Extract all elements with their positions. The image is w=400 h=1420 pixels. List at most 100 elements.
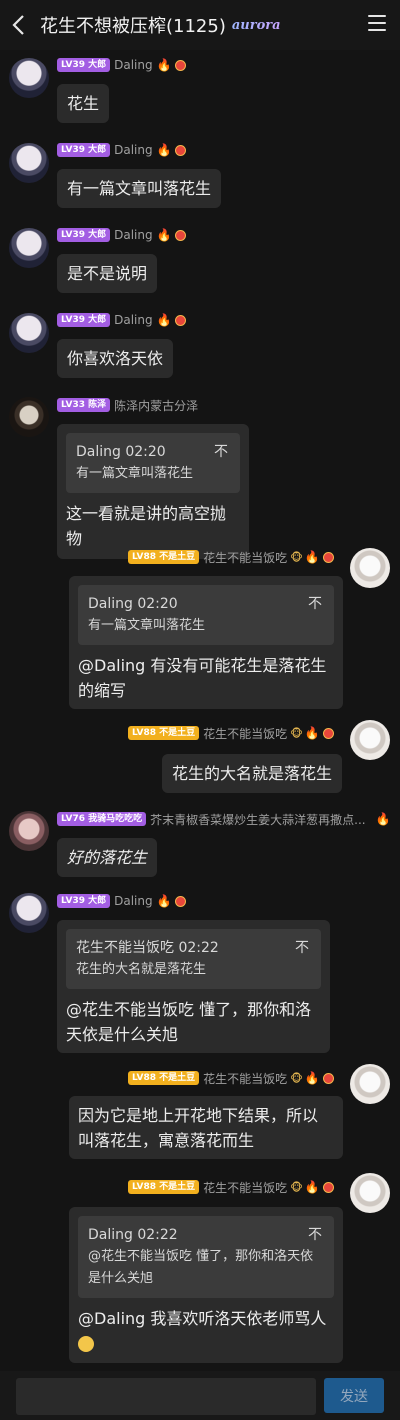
sender-meta: LV39 大郎 Daling 🔥	[57, 313, 186, 327]
level-badge: LV88 不是土豆	[128, 550, 200, 564]
message-text: 是不是说明	[67, 264, 148, 283]
flame-icon: 🔥	[156, 228, 172, 242]
message-text: @Daling 有没有可能花生是落花生	[78, 656, 327, 675]
smile-emoji-icon	[78, 1336, 94, 1352]
quote-text: 有一篇文章叫落花生	[88, 618, 206, 633]
flame-icon: 🔥	[156, 894, 172, 908]
quote-author-time: Daling 02:22	[88, 1227, 178, 1243]
quoted-message[interactable]: 花生不能当饭吃 02:22 花生的大名就是落花生 不	[66, 929, 321, 989]
message-text: @Daling 我喜欢听洛天依老师骂人	[78, 1309, 327, 1328]
message-input[interactable]	[16, 1378, 316, 1415]
avatar[interactable]	[9, 143, 49, 183]
sender-meta: LV88 不是土豆 花生不能当饭吃 🐵 🔥	[128, 1071, 334, 1086]
flame-icon: 🔥	[304, 726, 320, 740]
avatar[interactable]	[350, 720, 390, 760]
medal-icon	[174, 895, 186, 907]
quoted-message[interactable]: Daling 02:20 有一篇文章叫落花生 不	[78, 585, 334, 645]
sender-name: Daling	[114, 143, 153, 157]
back-button[interactable]	[0, 0, 36, 50]
avatar[interactable]	[9, 313, 49, 353]
sender-meta: LV88 不是土豆 花生不能当饭吃 🐵 🔥	[128, 726, 334, 741]
sender-name: 陈泽内蒙古分泽	[114, 398, 199, 413]
message-bubble[interactable]: 花生	[57, 84, 110, 123]
message-bubble[interactable]: 因为它是地上开花地下结果，所以 叫落花生，寓意落花而生	[69, 1096, 343, 1159]
level-badge: LV39 大郎	[57, 228, 111, 242]
message-text: 天依是什么关旭	[66, 1025, 179, 1044]
sender-name: 花生不能当饭吃	[203, 550, 288, 565]
sender-meta: LV76 我骑马吃吃吃 芥末青椒香菜爆炒生姜大蒜洋葱再撒点... 🔥	[57, 812, 391, 827]
quoted-message[interactable]: Daling 02:20 有一篇文章叫落花生 不	[66, 433, 240, 493]
chevron-left-icon	[12, 15, 24, 35]
message-text: 你喜欢洛天依	[67, 349, 164, 368]
avatar[interactable]	[9, 397, 49, 437]
message-text: 有一篇文章叫落花生	[67, 179, 212, 198]
flame-icon: 🔥	[304, 550, 320, 564]
medal-icon	[322, 1181, 334, 1193]
composer-bar: 发送	[0, 1371, 400, 1420]
message-bubble[interactable]: 你喜欢洛天依	[57, 339, 174, 378]
medal-icon	[174, 314, 186, 326]
monkey-icon: 🐵	[290, 1180, 303, 1194]
message-bubble[interactable]: 好的落花生	[57, 838, 158, 877]
quote-text: 有一篇文章叫落花生	[76, 466, 194, 481]
monkey-icon: 🐵	[290, 726, 303, 740]
medal-icon	[174, 59, 186, 71]
flame-icon: 🔥	[156, 143, 172, 157]
avatar[interactable]	[9, 893, 49, 933]
quote-author-time: 花生不能当饭吃 02:22	[76, 940, 219, 956]
avatar[interactable]	[350, 1173, 390, 1213]
sender-name: Daling	[114, 894, 153, 908]
message-bubble[interactable]: 花生不能当饭吃 02:22 花生的大名就是落花生 不 @花生不能当饭吃 懂了，那…	[57, 920, 330, 1053]
quote-text: 花生的大名就是落花生	[76, 962, 207, 977]
quote-text: 是什么关旭	[88, 1271, 154, 1286]
sender-meta: LV39 大郎 Daling 🔥	[57, 58, 186, 72]
message-bubble[interactable]: 有一篇文章叫落花生	[57, 169, 222, 208]
level-badge: LV39 大郎	[57, 313, 111, 327]
send-button[interactable]: 发送	[324, 1378, 384, 1413]
level-badge: LV39 大郎	[57, 894, 111, 908]
message-text: 好的落花生	[67, 848, 148, 867]
level-badge: LV33 陈泽	[57, 398, 111, 412]
sender-name: Daling	[114, 58, 153, 72]
flame-icon: 🔥	[375, 812, 391, 826]
message-text: 的缩写	[78, 681, 127, 700]
sender-meta: LV39 大郎 Daling 🔥	[57, 894, 186, 908]
message-text: 叫落花生，寓意落花而生	[78, 1131, 255, 1150]
message-bubble[interactable]: Daling 02:22 @花生不能当饭吃 懂了，那你和洛天依 是什么关旭 不 …	[69, 1207, 343, 1363]
medal-icon	[174, 144, 186, 156]
message-bubble[interactable]: Daling 02:20 有一篇文章叫落花生 不 @Daling 有没有可能花生…	[69, 576, 343, 709]
menu-icon[interactable]	[368, 15, 386, 31]
message-text: 花生的大名就是落花生	[172, 764, 333, 783]
message-text: @花生不能当饭吃 懂了，那你和洛	[66, 1000, 312, 1019]
avatar[interactable]	[9, 811, 49, 851]
avatar[interactable]	[350, 1064, 390, 1104]
sender-meta: LV33 陈泽 陈泽内蒙古分泽	[57, 398, 199, 413]
monkey-icon: 🐵	[290, 1071, 303, 1085]
avatar[interactable]	[350, 548, 390, 588]
message-text: 因为它是地上开花地下结果，所以	[78, 1106, 319, 1125]
medal-icon	[174, 229, 186, 241]
level-badge: LV88 不是土豆	[128, 726, 200, 740]
medal-icon	[322, 727, 334, 739]
sender-meta: LV39 大郎 Daling 🔥	[57, 143, 186, 157]
message-bubble[interactable]: 是不是说明	[57, 254, 158, 293]
medal-icon	[322, 1072, 334, 1084]
flame-icon: 🔥	[156, 313, 172, 327]
level-badge: LV39 大郎	[57, 58, 111, 72]
sender-meta: LV88 不是土豆 花生不能当饭吃 🐵 🔥	[128, 1180, 334, 1195]
quote-text: @花生不能当饭吃 懂了，那你和洛天依	[88, 1249, 314, 1264]
avatar[interactable]	[9, 58, 49, 98]
level-badge: LV39 大郎	[57, 143, 111, 157]
quote-pin-icon: 不	[214, 444, 228, 460]
flame-icon: 🔥	[304, 1071, 320, 1085]
quote-author-time: Daling 02:20	[88, 596, 178, 612]
avatar[interactable]	[9, 228, 49, 268]
sender-name: Daling	[114, 228, 153, 242]
aurora-badge: aurora	[231, 17, 281, 33]
quote-pin-icon: 不	[295, 940, 309, 956]
message-text: 花生	[67, 94, 100, 113]
message-bubble[interactable]: Daling 02:20 有一篇文章叫落花生 不 这一看就是讲的高空抛物	[57, 424, 249, 559]
message-bubble[interactable]: 花生的大名就是落花生	[162, 754, 343, 793]
level-badge: LV88 不是土豆	[128, 1180, 200, 1194]
quoted-message[interactable]: Daling 02:22 @花生不能当饭吃 懂了，那你和洛天依 是什么关旭 不	[78, 1216, 334, 1298]
